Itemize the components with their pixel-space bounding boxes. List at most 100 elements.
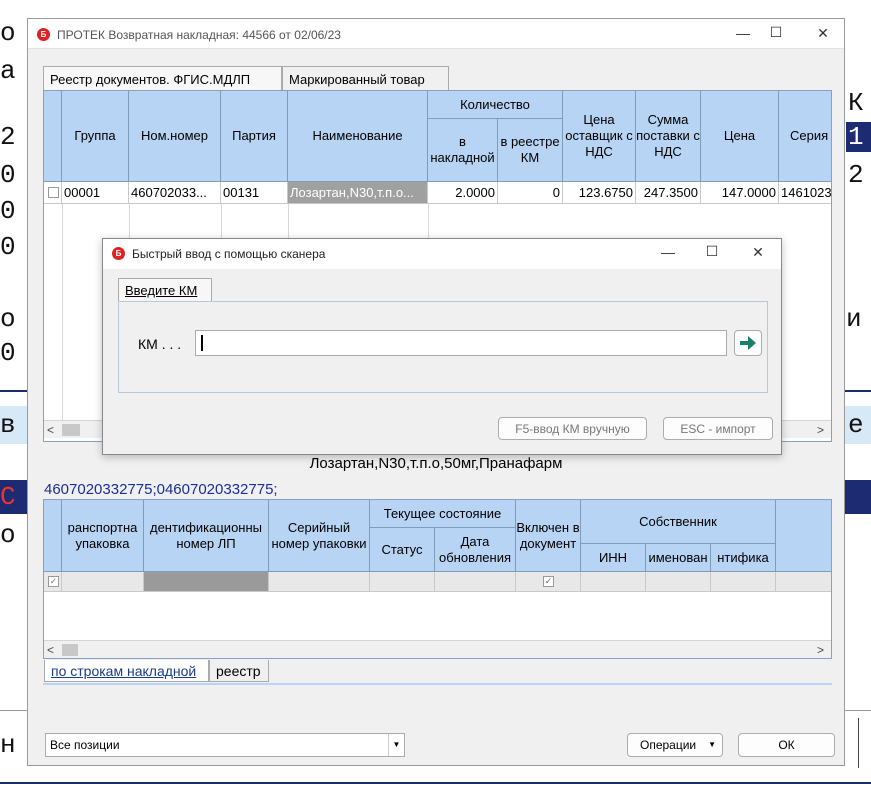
maximize-icon[interactable]: ☐ [761, 24, 791, 41]
row-selector[interactable] [44, 182, 62, 204]
manual-input-button[interactable]: F5-ввод КМ вручную [498, 417, 647, 440]
cell-transport[interactable] [62, 572, 144, 592]
header-group[interactable]: Группа [62, 91, 129, 182]
tab-label: по строкам накладной [51, 663, 197, 679]
header-name[interactable]: Наименование [288, 91, 428, 182]
header-date[interactable]: Дата обновления [435, 528, 516, 572]
marking-codes-grid: ранспортна упаковка дентификационны номе… [43, 499, 832, 659]
product-name-label: Лозартан,N30,т.п.о,50мг,Пранафарм [309, 455, 563, 472]
header-owner: Собственник [581, 500, 776, 544]
tab-label: Введите КМ [125, 283, 198, 298]
header-series[interactable]: Серия [779, 91, 831, 182]
cell-serial[interactable] [269, 572, 370, 592]
cell-owner-ident[interactable] [711, 572, 776, 592]
ok-button[interactable]: ОК [738, 733, 835, 757]
scroll-thumb[interactable] [62, 644, 78, 656]
cell-extra[interactable] [776, 572, 831, 592]
tab-label: реестр [216, 663, 261, 679]
scroll-right-icon[interactable]: > [817, 643, 824, 657]
minimize-icon[interactable]: — [728, 25, 758, 41]
cell-ident[interactable] [144, 572, 269, 592]
header-sum-nds[interactable]: Сумма поставки с НДС [636, 91, 701, 182]
minimize-icon[interactable]: — [653, 244, 683, 260]
header-nom[interactable]: Ном.номер [129, 91, 221, 182]
bg-char: 2 [0, 122, 16, 152]
header-ident[interactable]: дентификационны номер ЛП [144, 500, 269, 572]
tab-marked-goods[interactable]: Маркированный товар [282, 66, 449, 90]
bg-char: о [0, 304, 16, 334]
scroll-left-icon[interactable]: < [47, 643, 54, 657]
tab-by-invoice-lines[interactable]: по строкам накладной [44, 660, 209, 682]
cell-price[interactable]: 147.0000 [701, 182, 779, 204]
km-panel: КМ . . . [118, 301, 768, 393]
bg-divider [0, 782, 871, 784]
operations-label: Операции [640, 738, 697, 752]
cell-qty-invoice[interactable]: 2.0000 [428, 182, 498, 204]
cell-status[interactable] [370, 572, 435, 592]
grid-line [62, 204, 63, 420]
window-title: ПРОТЕК Возвратная накладная: 44566 от 02… [57, 28, 341, 42]
close-icon[interactable]: ✕ [743, 244, 773, 261]
cell-qty-registry[interactable]: 0 [498, 182, 563, 204]
row-selector[interactable]: ✓ [44, 572, 62, 592]
header-status[interactable]: Статус [370, 528, 435, 572]
cell-name[interactable]: Лозартан,N30,т.п.о... [288, 182, 428, 204]
import-button[interactable]: ESC - импорт [663, 417, 773, 440]
arrow-right-icon [740, 336, 756, 350]
header-qty-invoice[interactable]: в накладной [428, 119, 498, 182]
title-bar: Б ПРОТЕК Возвратная накладная: 44566 от … [28, 19, 844, 49]
maximize-icon[interactable]: ☐ [697, 243, 727, 260]
header-extra [776, 500, 831, 572]
header-inn[interactable]: ИНН [581, 544, 646, 572]
submit-button[interactable] [734, 330, 762, 356]
cell-included[interactable]: ✓ [516, 572, 581, 592]
bg-char: в [0, 410, 16, 440]
bg-char: е [848, 410, 864, 440]
header-price[interactable]: Цена [701, 91, 779, 182]
header-owner-ident[interactable]: нтифика [711, 544, 776, 572]
operations-button[interactable]: Операции ▼ [627, 733, 723, 757]
tab-registry-bottom[interactable]: реестр [209, 660, 269, 682]
tab-enter-km[interactable]: Введите КМ [118, 278, 212, 302]
header-included[interactable]: Включен в документ [516, 500, 581, 572]
cell-nom[interactable]: 460702033... [129, 182, 221, 204]
filter-select[interactable]: Все позиции ▼ [45, 733, 405, 757]
chevron-down-icon: ▼ [708, 740, 716, 749]
header-owner-name[interactable]: именован [646, 544, 711, 572]
cell-party[interactable]: 00131 [221, 182, 288, 204]
scroll-thumb[interactable] [62, 424, 80, 436]
row-checkbox[interactable] [48, 187, 59, 198]
tab-label: Реестр документов. ФГИС.МДЛП [50, 72, 251, 87]
chevron-down-icon[interactable]: ▼ [388, 734, 404, 756]
bg-char: а [0, 56, 16, 86]
grid2-horizontal-scrollbar[interactable]: < > [44, 640, 831, 658]
cell-group[interactable]: 00001 [62, 182, 129, 204]
km-input[interactable] [195, 330, 727, 356]
row-checkbox[interactable]: ✓ [48, 576, 59, 587]
scroll-left-icon[interactable]: < [47, 423, 54, 437]
tab-registry[interactable]: Реестр документов. ФГИС.МДЛП [43, 66, 282, 90]
filter-value: Все позиции [50, 738, 120, 752]
cell-series[interactable]: 1461023 [779, 182, 831, 204]
header-party[interactable]: Партия [221, 91, 288, 182]
bg-char: 0 [0, 338, 16, 368]
bg-char: о [0, 18, 16, 48]
header-transport[interactable]: ранспортна упаковка [62, 500, 144, 572]
cell-price-nds[interactable]: 123.6750 [563, 182, 636, 204]
scroll-right-icon[interactable]: > [817, 423, 824, 437]
bg-char: 0 [0, 232, 16, 262]
bg-char: н [0, 730, 16, 760]
cell-date[interactable] [435, 572, 516, 592]
header-qty: Количество [428, 91, 563, 119]
header-qty-registry[interactable]: в реестре КМ [498, 119, 563, 182]
cell-inn[interactable] [581, 572, 646, 592]
app-logo-icon: Б [37, 28, 50, 41]
bg-char: 2 [848, 160, 864, 190]
cell-sum-nds[interactable]: 247.3500 [636, 182, 701, 204]
header-price-nds[interactable]: Цена оставщик с НДС [563, 91, 636, 182]
bg-char: и [846, 304, 862, 334]
cell-owner-name[interactable] [646, 572, 711, 592]
close-icon[interactable]: ✕ [808, 25, 838, 42]
included-checkbox[interactable]: ✓ [543, 576, 554, 587]
header-serial[interactable]: Серийный номер упаковки [269, 500, 370, 572]
